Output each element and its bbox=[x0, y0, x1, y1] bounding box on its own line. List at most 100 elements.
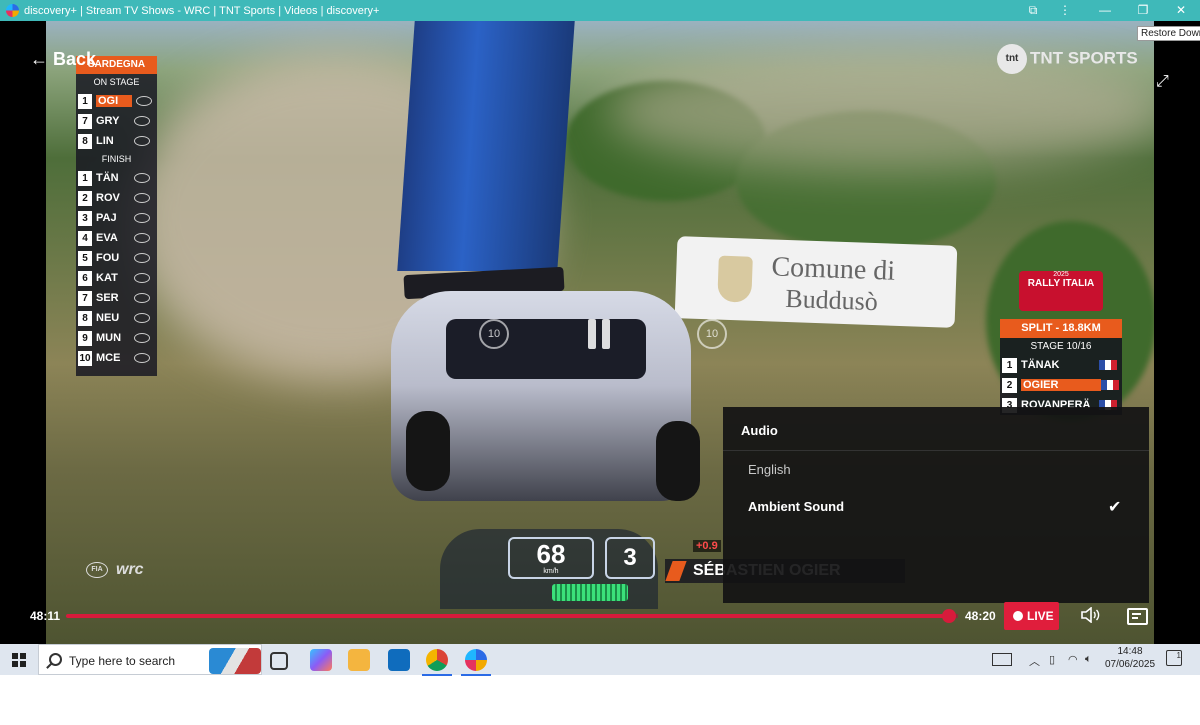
rpm-bar bbox=[552, 584, 628, 601]
fia-mark: FIA bbox=[86, 561, 108, 578]
driver-code: LIN bbox=[96, 135, 114, 147]
clock-time: 14:48 bbox=[1117, 646, 1143, 657]
gear-readout: 3 bbox=[605, 537, 655, 579]
close-button[interactable]: ✕ bbox=[1163, 0, 1199, 21]
driver-code: NEU bbox=[96, 312, 120, 324]
speed-readout: 68 km/h bbox=[508, 537, 594, 579]
finish-row: 2 ROV bbox=[78, 188, 155, 208]
stage-leaderboard: SARDEGNA ON STAGE 1 OGI 7 GRY 8 LIN FINISH 1T… bbox=[76, 56, 157, 376]
task-view-icon[interactable] bbox=[270, 652, 288, 670]
manufacturer-logo-icon bbox=[134, 333, 150, 343]
wrc-logo: FIA wrc bbox=[86, 561, 144, 579]
wrc-wordmark: wrc bbox=[116, 561, 144, 578]
flag-icon bbox=[1099, 360, 1117, 370]
manufacturer-logo-icon bbox=[134, 116, 150, 126]
taskbar-search-box[interactable]: Type here to search bbox=[38, 644, 262, 675]
driver-code: TÄNAK bbox=[1021, 359, 1060, 371]
speaker-icon[interactable]: 🔈︎ bbox=[1085, 653, 1092, 666]
volume-icon[interactable] bbox=[1081, 606, 1101, 624]
audio-option-ambient[interactable]: Ambient Sound bbox=[748, 499, 844, 514]
minimize-button[interactable]: — bbox=[1087, 0, 1123, 21]
position-badge: 7 bbox=[78, 113, 92, 129]
onstage-row: 1 OGI bbox=[78, 91, 155, 111]
rally-italia-logo: 2025 RALLY ITALIA bbox=[1019, 271, 1103, 311]
sign-line-1: Comune di bbox=[770, 251, 896, 287]
rewind-10-icon[interactable]: 10 bbox=[479, 319, 509, 349]
audio-option-english[interactable]: English bbox=[748, 462, 791, 477]
driver-code: KAT bbox=[96, 272, 118, 284]
live-dot-icon bbox=[1013, 611, 1023, 621]
position-badge: 1 bbox=[78, 170, 92, 186]
keyboard-icon[interactable] bbox=[992, 653, 1012, 666]
position-badge: 8 bbox=[78, 310, 92, 326]
outlook-icon[interactable] bbox=[388, 649, 410, 671]
wifi-icon[interactable]: ◠ bbox=[1068, 653, 1078, 666]
back-button[interactable]: ← Back bbox=[30, 49, 96, 70]
live-button[interactable]: LIVE bbox=[1004, 602, 1059, 630]
finish-row: 7 SER bbox=[78, 288, 155, 308]
manufacturer-logo-icon bbox=[134, 313, 150, 323]
manufacturer-logo-icon bbox=[134, 136, 150, 146]
duration-time: 48:20 bbox=[965, 609, 996, 623]
extensions-icon[interactable]: ⧉ bbox=[1015, 0, 1051, 21]
chevron-up-icon[interactable]: ︿ bbox=[1029, 653, 1040, 669]
back-label: Back bbox=[53, 49, 97, 69]
onstage-row: 7 GRY bbox=[78, 111, 155, 131]
split-times-board: SPLIT - 18.8KM STAGE 10/16 1 TÄNAK 2 OGIER 3… bbox=[1000, 319, 1122, 415]
windows-taskbar: Type here to search ︿ ▯ ◠ 🔈︎ 1 bbox=[0, 644, 1200, 676]
check-icon: ✔ bbox=[1108, 499, 1122, 516]
driver-code: ROV bbox=[96, 192, 120, 204]
driver-code: SER bbox=[96, 292, 119, 304]
windows-start-icon[interactable] bbox=[12, 653, 26, 667]
copilot-icon[interactable] bbox=[310, 649, 332, 671]
restore-down-button[interactable]: ❐ bbox=[1125, 0, 1161, 21]
finish-row: 9 MUN bbox=[78, 328, 155, 348]
restore-down-tooltip: Restore Down bbox=[1137, 26, 1200, 41]
driver-code: GRY bbox=[96, 115, 120, 127]
subtitles-icon[interactable] bbox=[1127, 608, 1148, 625]
finish-row: 1 TÄN bbox=[78, 168, 155, 188]
position-badge: 2 bbox=[1002, 377, 1017, 393]
elapsed-time: 48:11 bbox=[30, 609, 61, 623]
more-options-icon[interactable]: ⋮ bbox=[1047, 0, 1083, 21]
manufacturer-logo-icon bbox=[134, 353, 150, 363]
on-stage-label: ON STAGE bbox=[93, 77, 140, 87]
video-player[interactable]: Comune di Buddusò SARDEGNA ON STAGE 1 OGI… bbox=[0, 21, 1200, 644]
driver-code: OGIER bbox=[1021, 379, 1101, 391]
clock-date: 07/06/2025 bbox=[1104, 659, 1156, 670]
audio-menu-title: Audio bbox=[741, 423, 778, 438]
seek-handle[interactable] bbox=[942, 609, 956, 623]
broadcaster-name: TNT SPORTS bbox=[1030, 48, 1138, 68]
seek-bar[interactable] bbox=[66, 614, 949, 618]
manufacturer-logo-icon bbox=[134, 173, 150, 183]
position-badge: 5 bbox=[78, 250, 92, 266]
stage-label: STAGE 10/16 bbox=[1000, 338, 1122, 355]
pause-icon[interactable] bbox=[588, 319, 614, 349]
discovery-plus-taskbar-icon[interactable] bbox=[461, 649, 491, 676]
device-icon[interactable]: ▯ bbox=[1049, 653, 1055, 666]
finish-row: 5 FOU bbox=[78, 248, 155, 268]
search-placeholder: Type here to search bbox=[69, 654, 176, 668]
taskbar-clock[interactable]: 14:48 07/06/2025 bbox=[1100, 645, 1160, 671]
manufacturer-logo-icon bbox=[134, 233, 150, 243]
file-explorer-icon[interactable] bbox=[348, 649, 370, 671]
manufacturer-logo-icon bbox=[136, 96, 152, 106]
audio-menu: Audio English Ambient Sound ✔ bbox=[723, 407, 1149, 603]
manufacturer-logo-icon bbox=[134, 293, 150, 303]
search-highlight-art bbox=[209, 648, 261, 674]
position-badge: 1 bbox=[78, 93, 92, 109]
tnt-mark: tnt bbox=[997, 44, 1027, 74]
tnt-sports-logo: tnt TNT SPORTS bbox=[997, 44, 1138, 74]
search-icon bbox=[49, 653, 62, 666]
town-crest-icon bbox=[717, 255, 753, 303]
manufacturer-logo-icon bbox=[134, 193, 150, 203]
fullscreen-icon[interactable]: ⤢ bbox=[1156, 73, 1169, 91]
forward-10-icon[interactable]: 10 bbox=[697, 319, 727, 349]
notification-icon[interactable]: 1 bbox=[1166, 650, 1182, 666]
split-label: SPLIT - 18.8KM bbox=[1000, 319, 1122, 338]
finish-label: FINISH bbox=[101, 154, 132, 164]
chrome-icon[interactable] bbox=[422, 649, 452, 676]
finish-row: 8 NEU bbox=[78, 308, 155, 328]
driver-code: MCE bbox=[96, 352, 121, 364]
position-badge: 8 bbox=[78, 133, 92, 149]
